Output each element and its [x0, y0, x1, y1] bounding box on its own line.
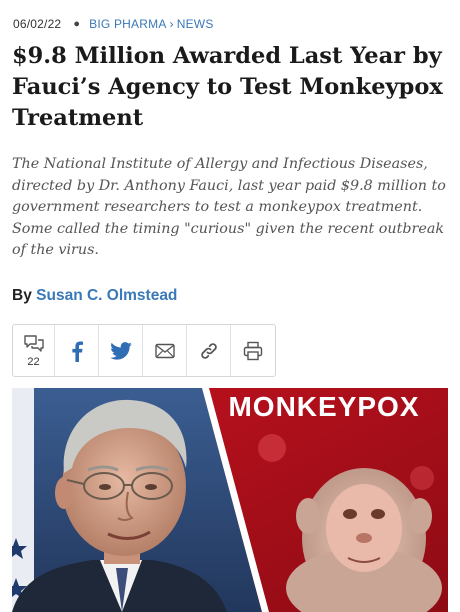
byline-prefix: By — [12, 287, 32, 304]
article-summary: The National Institute of Allergy and In… — [12, 156, 446, 258]
article-date: 06/02/22 — [13, 17, 62, 31]
twitter-share-button[interactable] — [99, 325, 143, 376]
share-bar: 22 — [12, 324, 276, 377]
meta-separator-dot: ● — [73, 18, 81, 30]
facebook-share-button[interactable] — [55, 325, 99, 376]
breadcrumb-news[interactable]: NEWS — [177, 17, 214, 31]
link-icon — [200, 342, 217, 359]
hero-image: MONKEYPOX — [12, 388, 448, 612]
banner-text: MONKEYPOX — [228, 391, 419, 422]
twitter-icon — [109, 341, 132, 360]
copy-link-button[interactable] — [187, 325, 231, 376]
comment-count: 22 — [27, 355, 40, 368]
facebook-icon — [71, 341, 83, 362]
byline: By Susan C. Olmstead — [12, 287, 177, 305]
email-share-button[interactable] — [143, 325, 187, 376]
comment-icon — [23, 334, 44, 352]
email-icon — [154, 343, 175, 358]
author-link[interactable]: Susan C. Olmstead — [36, 287, 177, 304]
breadcrumb-chevron: › — [169, 17, 174, 31]
print-button[interactable] — [231, 325, 275, 376]
breadcrumb-big-pharma[interactable]: BIG PHARMA — [89, 17, 166, 31]
comments-button[interactable]: 22 — [13, 325, 55, 376]
print-icon — [243, 341, 263, 360]
article-meta: 06/02/22 ● BIG PHARMA › NEWS — [13, 17, 214, 31]
article-headline: $9.8 Million Awarded Last Year by Fauci’… — [12, 43, 443, 131]
hero-image-illustration: MONKEYPOX — [12, 388, 448, 612]
